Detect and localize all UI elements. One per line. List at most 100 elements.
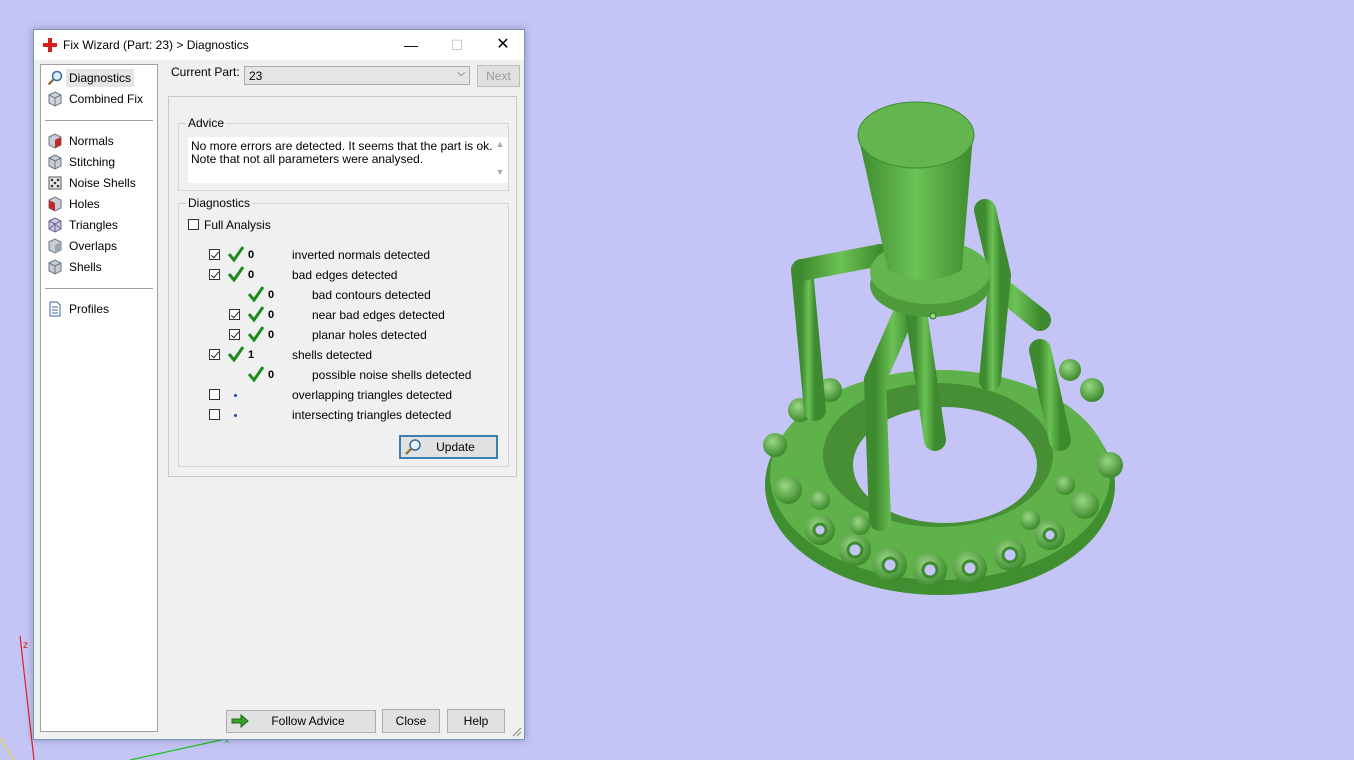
- nav-item-overlaps[interactable]: Overlaps: [44, 236, 154, 256]
- update-label: Update: [436, 440, 475, 454]
- shells-cube-icon: [48, 259, 62, 275]
- nav-label: Shells: [69, 260, 102, 274]
- stitching-cube-icon: [48, 154, 62, 170]
- noise-shells-icon: [48, 176, 62, 190]
- wizard-nav: Diagnostics Combined Fix Normals Stitchi…: [40, 64, 158, 732]
- nav-label: Noise Shells: [69, 176, 136, 190]
- nav-item-stitching[interactable]: Stitching: [44, 152, 154, 172]
- nav-item-noise-shells[interactable]: Noise Shells: [44, 173, 154, 193]
- pending-dot-icon: [234, 414, 237, 417]
- shells-checkbox[interactable]: [209, 349, 220, 360]
- nav-label: Combined Fix: [69, 92, 144, 106]
- inverted-normals-count: 0: [248, 249, 255, 261]
- advice-title: Advice: [186, 116, 227, 130]
- diagnostics-panel: Advice No more errors are detected. It s…: [168, 96, 517, 477]
- z-axis-label: z: [23, 640, 28, 651]
- shells-label: shells detected: [292, 348, 373, 362]
- green-check-icon: [247, 286, 265, 303]
- nav-item-normals[interactable]: Normals: [44, 131, 154, 151]
- nav-label: Profiles: [69, 302, 110, 316]
- scroll-up-icon[interactable]: ▲: [492, 139, 508, 149]
- document-icon: [49, 301, 61, 317]
- fix-wizard-dialog: Fix Wizard (Part: 23) > Diagnostics — ☐ …: [33, 29, 525, 740]
- inverted-normals-checkbox[interactable]: [209, 249, 220, 260]
- diagnostics-title: Diagnostics: [186, 196, 253, 210]
- nav-divider: [45, 288, 153, 289]
- magnifier-icon: [47, 70, 63, 86]
- nav-divider: [45, 120, 153, 121]
- near-bad-edges-count: 0: [268, 309, 275, 321]
- magnifier-icon: [405, 439, 421, 455]
- inverted-normals-label: inverted normals detected: [292, 248, 431, 262]
- nav-label: Overlaps: [69, 239, 118, 253]
- bad-edges-label: bad edges detected: [292, 268, 398, 282]
- dialog-title: Fix Wizard (Part: 23) > Diagnostics: [63, 38, 249, 52]
- overlaps-cube-icon: [48, 238, 62, 254]
- near-bad-edges-label: near bad edges detected: [312, 308, 445, 322]
- triangles-cube-icon: [48, 217, 62, 233]
- green-check-icon: [247, 306, 265, 323]
- scroll-down-icon[interactable]: ▼: [492, 167, 508, 177]
- dialog-titlebar[interactable]: Fix Wizard (Part: 23) > Diagnostics — ☐ …: [34, 30, 524, 60]
- planar-holes-count: 0: [268, 329, 275, 341]
- minimize-button[interactable]: —: [388, 30, 434, 60]
- maximize-button: ☐: [434, 30, 480, 60]
- nav-label: Triangles: [69, 218, 118, 232]
- nav-label: Holes: [69, 197, 100, 211]
- nav-label: Normals: [69, 134, 114, 148]
- nav-item-diagnostics[interactable]: Diagnostics: [44, 68, 154, 88]
- current-part-label: Current Part:: [171, 65, 240, 79]
- nav-label: Stitching: [69, 155, 116, 169]
- full-analysis-checkbox[interactable]: [188, 219, 199, 230]
- maximize-icon: ☐: [450, 37, 464, 53]
- shells-count: 1: [248, 349, 255, 361]
- bad-edges-checkbox[interactable]: [209, 269, 220, 280]
- nav-item-shells[interactable]: Shells: [44, 257, 154, 277]
- close-icon: ✕: [496, 36, 510, 53]
- nav-item-triangles[interactable]: Triangles: [44, 215, 154, 235]
- intersecting-triangles-checkbox[interactable]: [209, 409, 220, 420]
- help-button[interactable]: Help: [447, 709, 505, 733]
- current-part-value: 23: [249, 69, 263, 83]
- red-cross-icon: [43, 38, 57, 52]
- planar-holes-checkbox[interactable]: [229, 329, 240, 340]
- green-arrow-right-icon: [231, 713, 249, 729]
- nav-item-holes[interactable]: Holes: [44, 194, 154, 214]
- intersecting-triangles-label: intersecting triangles detected: [292, 408, 452, 422]
- full-analysis-label: Full Analysis: [204, 218, 271, 232]
- chevron-down-icon: ⌵: [457, 68, 465, 79]
- advice-scrollbar[interactable]: ▲ ▼: [492, 137, 508, 183]
- resize-grip-icon[interactable]: [512, 727, 522, 737]
- overlapping-triangles-checkbox[interactable]: [209, 389, 220, 400]
- update-button[interactable]: Update: [399, 435, 498, 459]
- noise-shells-label: possible noise shells detected: [312, 368, 472, 382]
- noise-shells-count: 0: [268, 369, 275, 381]
- close-window-button[interactable]: ✕: [480, 30, 526, 60]
- minimize-icon: —: [404, 37, 418, 53]
- close-button[interactable]: Close: [382, 709, 440, 733]
- cube-icon: [48, 91, 62, 107]
- advice-group: Advice No more errors are detected. It s…: [178, 116, 509, 191]
- green-check-icon: [247, 326, 265, 343]
- green-check-icon: [227, 246, 245, 263]
- nav-label: Diagnostics: [66, 69, 135, 87]
- bad-contours-label: bad contours detected: [312, 288, 431, 302]
- follow-advice-label: Follow Advice: [271, 714, 345, 728]
- part-3d-model[interactable]: [740, 80, 1160, 640]
- green-check-icon: [227, 266, 245, 283]
- advice-text-box: No more errors are detected. It seems th…: [188, 137, 508, 183]
- bad-edges-count: 0: [248, 269, 255, 281]
- nav-item-combined-fix[interactable]: Combined Fix: [44, 89, 154, 109]
- holes-cube-icon: [48, 196, 62, 212]
- overlapping-triangles-label: overlapping triangles detected: [292, 388, 453, 402]
- pending-dot-icon: [234, 394, 237, 397]
- green-check-icon: [227, 346, 245, 363]
- next-button: Next: [477, 65, 520, 87]
- near-bad-edges-checkbox[interactable]: [229, 309, 240, 320]
- advice-line-1: No more errors are detected. It seems th…: [191, 139, 493, 153]
- advice-line-2: Note that not all parameters were analys…: [191, 152, 424, 166]
- current-part-select[interactable]: 23 ⌵: [244, 66, 470, 85]
- normals-cube-icon: [48, 133, 62, 149]
- nav-item-profiles[interactable]: Profiles: [44, 299, 154, 319]
- follow-advice-button[interactable]: Follow Advice: [226, 710, 376, 733]
